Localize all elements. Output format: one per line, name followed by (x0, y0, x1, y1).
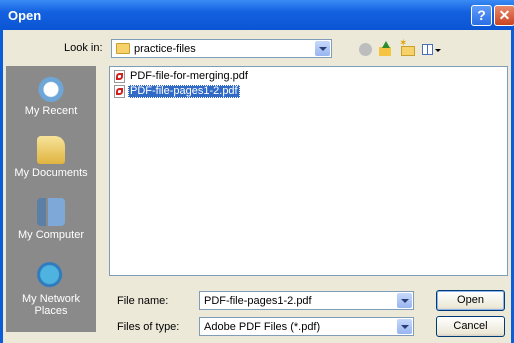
title-bar[interactable]: Open ? ✕ (0, 0, 514, 30)
my-computer-icon (37, 198, 65, 226)
pdf-file-icon (114, 85, 125, 98)
back-icon[interactable] (359, 41, 373, 59)
dialog-body: Look in: practice-files My Recent My Doc… (3, 30, 511, 343)
place-label: My Computer (17, 229, 85, 241)
place-label: My Documents (14, 167, 88, 179)
chevron-down-icon[interactable] (397, 293, 412, 308)
file-type-label: Files of type: (117, 321, 180, 333)
file-type-value: Adobe PDF Files (*.pdf) (204, 321, 321, 333)
file-name-value: PDF-file-pages1-2.pdf (204, 295, 312, 307)
views-menu-icon[interactable] (421, 41, 441, 59)
place-my-network[interactable]: My Network Places (6, 262, 96, 317)
file-name: PDF-file-for-merging.pdf (130, 70, 248, 82)
folder-icon (116, 43, 130, 54)
file-type-select[interactable]: Adobe PDF Files (*.pdf) (199, 317, 414, 336)
places-bar: My Recent My Documents My Computer My Ne… (6, 66, 96, 332)
file-list[interactable]: PDF-file-for-merging.pdf PDF-file-pages1… (109, 66, 508, 276)
place-my-recent[interactable]: My Recent (6, 74, 96, 117)
file-name-field[interactable]: PDF-file-pages1-2.pdf (199, 291, 414, 310)
look-in-label: Look in: (64, 42, 103, 54)
place-my-documents[interactable]: My Documents (6, 136, 96, 179)
place-label: My Network Places (21, 293, 81, 317)
new-folder-icon[interactable] (399, 38, 417, 59)
close-button[interactable]: ✕ (494, 5, 514, 26)
my-documents-icon (37, 136, 65, 164)
open-button[interactable]: Open (436, 290, 505, 311)
pdf-file-icon (114, 70, 125, 83)
chevron-down-icon[interactable] (397, 319, 412, 334)
open-dialog-window: Open ? ✕ Look in: practice-files My Rece… (0, 0, 514, 343)
help-button[interactable]: ? (471, 5, 492, 26)
cancel-button[interactable]: Cancel (436, 316, 505, 337)
file-name: PDF-file-pages1-2.pdf (128, 85, 240, 98)
file-name-label: File name: (117, 295, 169, 307)
up-folder-icon[interactable] (378, 41, 392, 59)
recent-documents-icon (37, 74, 65, 102)
network-places-icon (37, 262, 65, 290)
look-in-value: practice-files (134, 43, 196, 55)
chevron-down-icon[interactable] (315, 41, 330, 56)
place-label: My Recent (24, 105, 78, 117)
window-title: Open (8, 8, 42, 23)
place-my-computer[interactable]: My Computer (6, 198, 96, 241)
look-in-dropdown[interactable]: practice-files (111, 39, 332, 58)
